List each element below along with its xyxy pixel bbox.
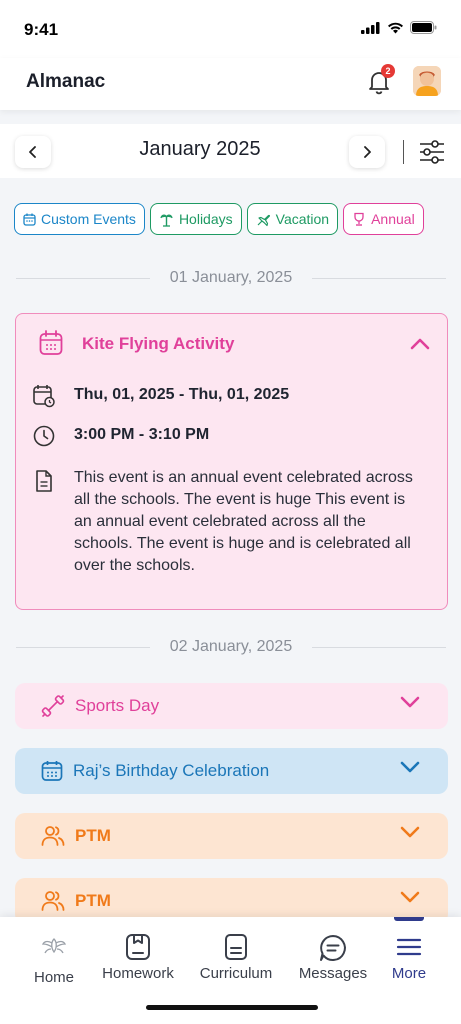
page-title: Almanac: [26, 71, 106, 92]
tab-label: More: [391, 965, 427, 982]
status-icons: [361, 21, 437, 34]
filter-sliders-icon[interactable]: [418, 138, 446, 166]
filter-chips: Custom Events Holidays Vacation Annual: [14, 203, 461, 236]
tab-label: Home: [33, 969, 74, 986]
curriculum-icon: [225, 934, 247, 960]
event-row-sports-day[interactable]: Sports Day: [15, 683, 448, 729]
battery-icon: [410, 21, 437, 34]
chip-custom-events[interactable]: Custom Events: [14, 203, 145, 235]
divider: [403, 140, 404, 164]
event-title: PTM: [75, 891, 111, 910]
month-navigator: January 2025: [0, 124, 461, 178]
plane-icon: [257, 214, 270, 226]
event-card-expanded: Kite Flying Activity Thu, 01, 2025 - Thu…: [15, 313, 448, 610]
tab-label: Homework: [102, 965, 174, 982]
chevron-right-icon: [364, 146, 371, 158]
date-separator-label: 01 January, 2025: [169, 269, 293, 286]
wifi-icon: [388, 22, 403, 33]
month-label: January 2025: [139, 138, 261, 160]
event-row-ptm[interactable]: PTM: [15, 813, 448, 859]
chip-label: Custom Events: [41, 211, 136, 227]
calendar-icon: [23, 213, 36, 226]
chevron-down-icon[interactable]: [400, 891, 420, 903]
home-logo-icon: [41, 938, 67, 954]
people-icon: [41, 891, 65, 911]
event-date-range: Thu, 01, 2025 - Thu, 01, 2025: [74, 386, 290, 403]
chip-label: Vacation: [275, 211, 330, 227]
notification-badge: 2: [381, 64, 395, 78]
status-time: 9:41: [24, 20, 59, 39]
event-header[interactable]: Kite Flying Activity: [16, 330, 447, 358]
chevron-down-icon[interactable]: [400, 826, 420, 838]
people-icon: [41, 826, 65, 846]
date-separator-label: 02 January, 2025: [169, 638, 293, 655]
next-month-button[interactable]: [349, 136, 385, 168]
homework-icon: [126, 934, 150, 960]
chevron-down-icon[interactable]: [400, 696, 420, 708]
clock-icon: [33, 425, 55, 447]
event-title: PTM: [75, 826, 111, 845]
date-separator: 02 January, 2025: [16, 637, 446, 657]
tab-homework[interactable]: Homework: [92, 917, 184, 987]
avatar-image: [413, 66, 441, 96]
app-header: Almanac 2: [0, 58, 461, 110]
menu-icon: [396, 938, 422, 956]
home-indicator: [146, 1005, 318, 1010]
tab-more[interactable]: More: [363, 917, 455, 987]
chevron-up-icon[interactable]: [410, 338, 430, 350]
chevron-down-icon[interactable]: [400, 761, 420, 773]
signal-icon: [361, 21, 380, 34]
calendar-icon: [41, 761, 63, 781]
chip-label: Holidays: [178, 211, 233, 227]
palm-tree-icon: [160, 214, 173, 227]
tab-curriculum[interactable]: Curriculum: [190, 917, 282, 987]
avatar[interactable]: [413, 66, 441, 96]
document-icon: [36, 470, 52, 492]
chip-annual[interactable]: Annual: [343, 203, 424, 235]
date-separator: 01 January, 2025: [16, 268, 446, 288]
event-time-row: 3:00 PM - 3:10 PM: [32, 424, 209, 448]
event-time: 3:00 PM - 3:10 PM: [74, 426, 210, 443]
messages-icon: [320, 935, 346, 961]
chip-holidays[interactable]: Holidays: [149, 203, 242, 235]
chip-vacation[interactable]: Vacation: [246, 203, 339, 235]
calendar-icon: [39, 330, 63, 355]
trophy-icon: [354, 212, 364, 226]
event-date-row: Thu, 01, 2025 - Thu, 01, 2025: [32, 384, 289, 408]
event-description-row: This event is an annual event celebrated…: [32, 467, 414, 577]
dumbbell-icon: [41, 695, 65, 717]
status-bar: 9:41: [0, 0, 461, 58]
event-title: Kite Flying Activity: [82, 334, 235, 353]
chip-label: Annual: [371, 211, 415, 227]
tab-label: Curriculum: [199, 965, 273, 982]
event-title: Raj’s Birthday Celebration: [73, 761, 270, 780]
calendar-clock-icon: [33, 385, 55, 408]
event-description: This event is an annual event celebrated…: [74, 469, 413, 574]
tab-home[interactable]: Home: [8, 917, 100, 987]
event-row-birthday[interactable]: Raj’s Birthday Celebration: [15, 748, 448, 794]
event-title: Sports Day: [75, 696, 160, 715]
